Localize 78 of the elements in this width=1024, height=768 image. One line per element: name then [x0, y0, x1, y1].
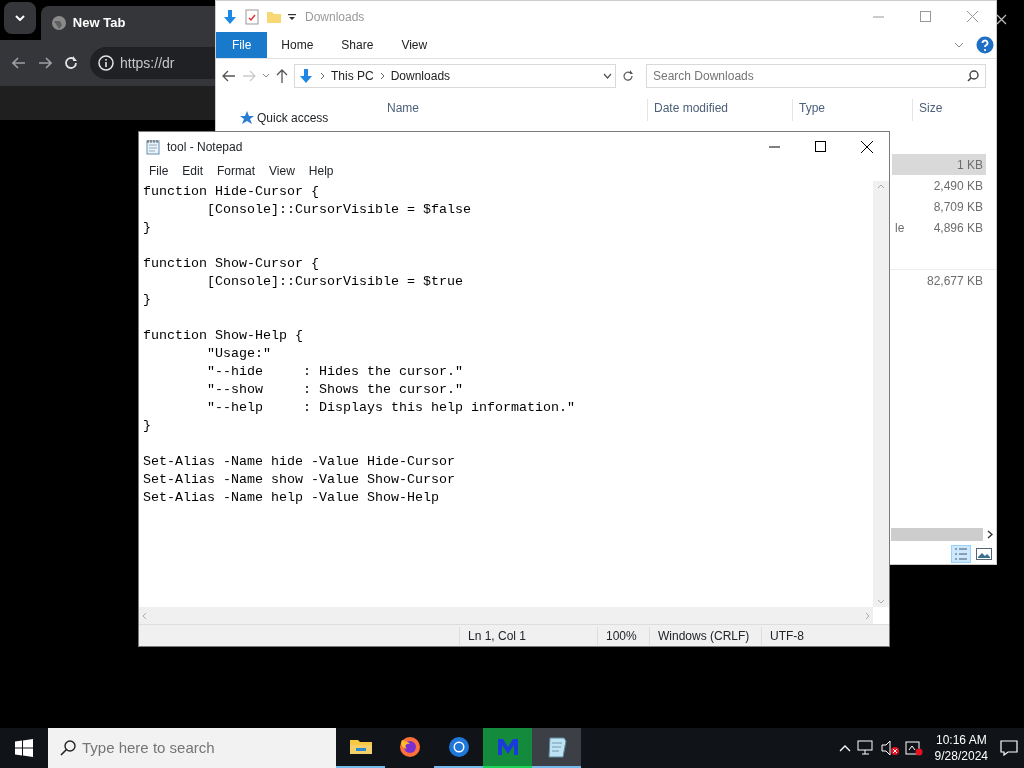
dropdown-icon[interactable] — [603, 73, 612, 79]
back-icon[interactable] — [12, 57, 26, 69]
file-row[interactable]: 1 KB — [892, 154, 986, 175]
properties-icon[interactable] — [244, 8, 260, 25]
scroll-right-icon[interactable] — [987, 530, 993, 539]
file-row[interactable]: le 4,896 KB — [892, 217, 986, 238]
size-text: 4,896 KB — [933, 220, 983, 235]
tab-search-icon[interactable] — [14, 15, 25, 21]
type-text: le — [895, 220, 905, 235]
ribbon-tab[interactable]: View — [387, 32, 442, 58]
file-row[interactable]: 8,709 KB — [892, 196, 986, 217]
ribbon-tab[interactable]: File — [216, 32, 268, 58]
expand-ribbon-icon[interactable] — [954, 42, 964, 48]
up-icon[interactable] — [276, 69, 288, 83]
download-icon — [298, 68, 314, 84]
notepad-icon[interactable] — [145, 138, 161, 155]
address-bar[interactable]: https://dr — [90, 47, 215, 79]
line-ending: Windows (CRLF) — [649, 626, 761, 645]
start-icon[interactable] — [15, 739, 33, 757]
clock-date: 9/28/2024 — [934, 748, 988, 764]
search-icon — [967, 70, 979, 82]
volume-icon[interactable] — [880, 740, 899, 756]
column-header[interactable]: Size — [912, 99, 987, 121]
encoding: UTF-8 — [761, 626, 871, 645]
search-field[interactable]: Search Downloads — [646, 64, 986, 88]
star-icon — [240, 111, 254, 125]
dropdown-icon[interactable] — [288, 12, 296, 21]
size-text: 82,677 KB — [926, 273, 983, 288]
code-text: function Hide-Cursor { [Console]::CursorVisible = $false } function Show-Cursor { [Console]::CursorVisible = $true } function Show-Help { "Usage:" "--hide : Hides the cursor." "--show : Shows the cursor." "--help : Displays this help information." } Set-Alias -Name hide -Value Hide-Cursor Set-Alias -Name show -Value Show-Cursor Set-Alias -Name help -Value Show-Help — [142, 183, 576, 507]
column-header[interactable]: Type — [792, 99, 912, 121]
ribbon-tab[interactable]: Share — [327, 32, 388, 58]
size-text: 2,490 KB — [933, 178, 983, 193]
window-title: Downloads — [305, 8, 365, 26]
column-header[interactable]: Name — [381, 99, 647, 121]
search-input[interactable]: Type here to search — [82, 736, 302, 760]
size-text: 1 KB — [957, 157, 983, 172]
taskbar-app[interactable] — [532, 728, 581, 768]
globe-icon — [50, 15, 67, 31]
menu-item[interactable]: Edit — [175, 162, 211, 180]
cursor-position: Ln 1, Col 1 — [459, 626, 597, 645]
notifications-icon[interactable] — [1000, 740, 1018, 756]
network-icon[interactable] — [856, 740, 875, 756]
size-text: 8,709 KB — [933, 199, 983, 214]
maximize-icon[interactable] — [815, 141, 826, 152]
reload-icon[interactable] — [64, 56, 78, 70]
window-title: tool - Notepad — [167, 138, 243, 156]
menu-item[interactable]: View — [262, 162, 302, 180]
thumbnails-view-icon[interactable] — [976, 548, 992, 560]
chevron-icon — [320, 72, 325, 80]
search-box[interactable]: Type here to search — [48, 728, 336, 768]
search-icon — [60, 740, 76, 756]
file-row[interactable]: 2,490 KB — [892, 175, 986, 196]
menu-item[interactable]: File — [142, 162, 176, 180]
download-icon[interactable] — [222, 8, 238, 25]
tab-title[interactable]: New Tab — [72, 13, 126, 33]
menu-item[interactable]: Format — [210, 162, 263, 180]
url-text: https://dr — [120, 53, 175, 73]
file-row[interactable]: 82,677 KB — [892, 270, 986, 291]
info-icon — [98, 55, 114, 71]
breadcrumb-item[interactable]: Downloads — [390, 67, 451, 85]
menu-item[interactable]: Help — [301, 162, 341, 180]
scrollbar-thumb[interactable] — [891, 528, 983, 541]
search-input[interactable]: Search Downloads — [653, 67, 967, 85]
close-icon[interactable] — [996, 14, 1007, 25]
nav-item[interactable]: Quick access — [257, 109, 329, 127]
clock-time: 10:16 AM — [934, 732, 988, 748]
help-icon[interactable] — [976, 36, 994, 54]
zoom-level: 100% — [597, 626, 649, 645]
column-header[interactable]: Date modified — [647, 99, 792, 121]
chevron-icon — [379, 72, 385, 80]
close-icon[interactable] — [861, 140, 873, 153]
address-bar[interactable]: This PC Downloads — [294, 64, 616, 88]
refresh-icon[interactable] — [622, 70, 634, 82]
chevron-up-icon[interactable] — [838, 744, 851, 752]
forward-icon[interactable] — [38, 57, 52, 69]
back-icon[interactable] — [222, 70, 236, 82]
ribbon-tab[interactable]: Home — [267, 32, 328, 58]
breadcrumb-item[interactable]: This PC — [331, 67, 374, 85]
